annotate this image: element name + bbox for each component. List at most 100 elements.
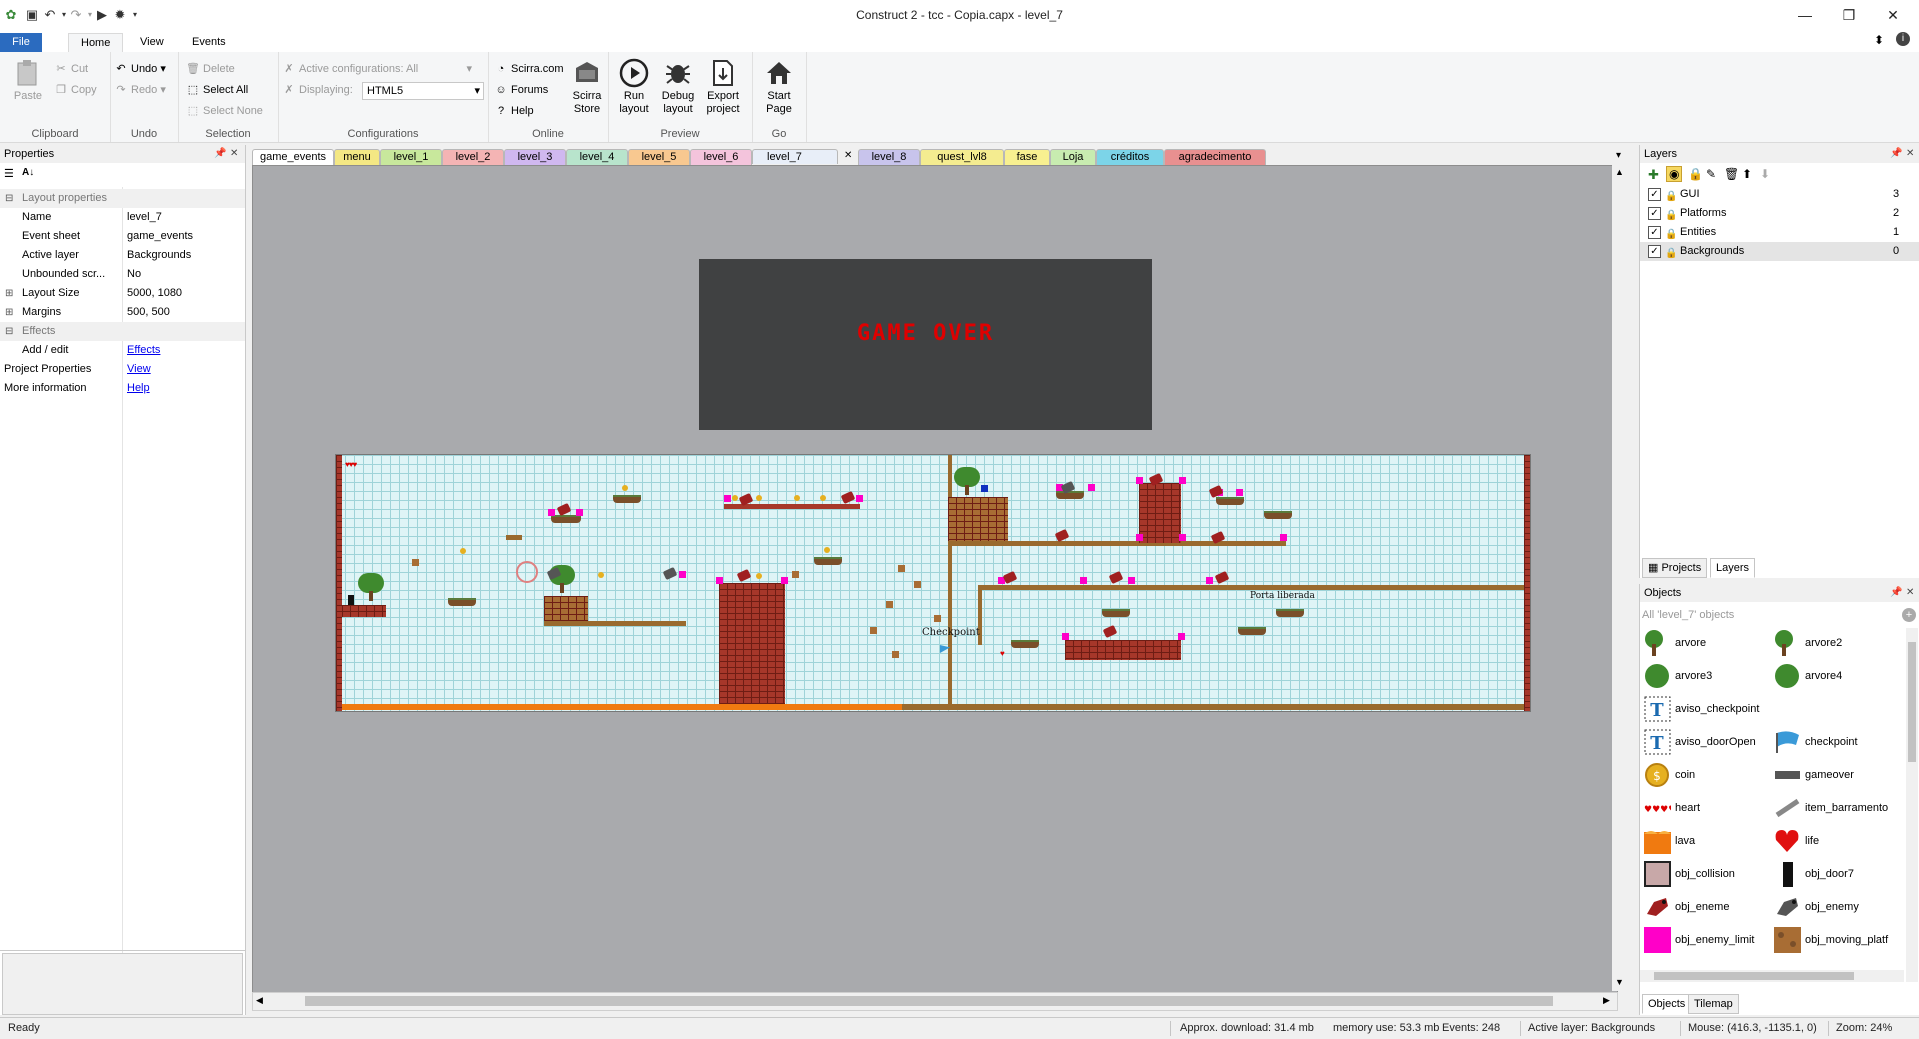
layout-tab[interactable]: level_1 (380, 149, 442, 165)
minimize-icon[interactable]: — (1785, 4, 1825, 26)
copy-button[interactable]: ❐ Copy (54, 81, 97, 99)
enemy-limit[interactable] (1088, 484, 1095, 491)
lock-icon[interactable]: 🔒 (1665, 225, 1677, 240)
editor-vertical-scrollbar[interactable]: ▲ ▼ (1612, 165, 1628, 991)
editor-horizontal-scrollbar[interactable]: ◀ ▶ (252, 992, 1618, 1011)
delete-layer-icon[interactable]: 🗑 (1724, 167, 1739, 181)
coin[interactable] (598, 572, 604, 578)
enemy-limit[interactable] (1136, 477, 1143, 484)
prop-row-unbounded[interactable]: Unbounded scr... No (0, 265, 245, 284)
categorized-icon[interactable]: ☰ (4, 167, 14, 180)
enemy-limit[interactable] (1236, 489, 1243, 496)
hearts-gui[interactable]: ♥♥♥ (345, 460, 357, 469)
plank-platform[interactable] (544, 621, 686, 626)
debug-layout-button[interactable]: Debug layout (658, 58, 698, 116)
gameover-panel[interactable]: GAME OVER (699, 259, 1152, 430)
enemy-limit[interactable] (1280, 534, 1287, 541)
wall-left[interactable] (336, 455, 342, 711)
floating-platform[interactable] (1276, 609, 1304, 617)
floating-platform[interactable] (1216, 497, 1244, 505)
scroll-down-icon[interactable]: ▼ (1615, 977, 1624, 987)
layer-row[interactable]: ✓ 🔒 Platforms 2 (1640, 204, 1919, 223)
expand-icon[interactable]: ⊞ (5, 303, 13, 322)
spawn-marker[interactable] (516, 561, 538, 583)
layout-tab[interactable]: agradecimento (1164, 149, 1266, 165)
checkpoint-text[interactable]: Checkpoint (922, 627, 980, 638)
expand-icon[interactable]: ⊞ (5, 284, 13, 303)
dirt-tile[interactable] (914, 581, 921, 588)
wall-right[interactable] (1524, 455, 1530, 711)
plank-small[interactable] (506, 535, 522, 540)
plank-platform[interactable] (948, 541, 1286, 546)
brick-tower[interactable] (719, 583, 785, 661)
brick-tower-base[interactable] (719, 661, 785, 704)
close-tab-icon[interactable]: ✕ (844, 150, 852, 161)
brick-platform[interactable] (1065, 640, 1181, 660)
pin-icon[interactable]: 📌 (214, 145, 226, 163)
category-layout-properties[interactable]: ⊟ Layout properties (0, 189, 245, 208)
move-layer-down-icon[interactable]: ⬇ (1760, 167, 1770, 181)
coin[interactable] (460, 548, 466, 554)
view-link[interactable]: View (127, 360, 151, 379)
enemy[interactable] (840, 490, 856, 505)
lava-floor[interactable] (342, 704, 902, 710)
enemy-limit[interactable] (679, 571, 686, 578)
brick-column[interactable] (1139, 483, 1181, 543)
help-link[interactable]: ? Help (494, 102, 534, 120)
info-icon[interactable]: i (1896, 32, 1910, 46)
sort-az-icon[interactable]: A↓ (22, 167, 34, 178)
layer-visible-checkbox[interactable]: ✓ (1648, 226, 1661, 239)
scroll-right-icon[interactable]: ▶ (1603, 995, 1610, 1006)
enemy[interactable] (662, 566, 678, 581)
layout-tab[interactable]: Loja (1050, 149, 1096, 165)
coin[interactable] (756, 573, 762, 579)
close-panel-icon[interactable]: ✕ (1906, 145, 1914, 163)
coin[interactable] (756, 495, 762, 501)
floating-platform[interactable] (1011, 640, 1039, 648)
paste-button[interactable]: Paste (8, 58, 48, 103)
tab-projects[interactable]: ▦ Projects (1642, 558, 1708, 578)
layout-tab[interactable]: quest_lvl8 (920, 149, 1004, 165)
enemy[interactable] (736, 568, 752, 583)
objects-vertical-scrollbar[interactable] (1906, 628, 1918, 982)
pin-icon[interactable]: 📌 (1890, 584, 1902, 602)
layout-tab[interactable]: level_6 (690, 149, 752, 165)
scroll-thumb[interactable] (1908, 642, 1916, 762)
door-text[interactable]: Porta liberada (1250, 591, 1315, 601)
dirt-tile[interactable] (934, 615, 941, 622)
displaying-select[interactable]: HTML5 ▾ (362, 82, 484, 100)
close-icon[interactable]: ✕ (1873, 4, 1913, 26)
category-effects[interactable]: ⊟ Effects (0, 322, 245, 341)
enemy-limit[interactable] (576, 509, 583, 516)
run-layout-button[interactable]: Run layout (614, 58, 654, 116)
forums-link[interactable]: ☺ Forums (494, 81, 548, 99)
tab-tilemap[interactable]: Tilemap (1688, 994, 1739, 1014)
scroll-thumb[interactable] (305, 996, 1553, 1006)
layer-row[interactable]: ✓ 🔒 GUI 3 (1640, 185, 1919, 204)
coin[interactable] (824, 547, 830, 553)
enemy[interactable] (1108, 570, 1124, 585)
plank-platform[interactable] (978, 585, 1524, 590)
brick-platform[interactable] (342, 605, 386, 617)
layout-tab[interactable]: level_8 (858, 149, 920, 165)
layout-tab[interactable]: level_3 (504, 149, 566, 165)
select-none-button[interactable]: ⬚ Select None (186, 102, 263, 120)
start-page-button[interactable]: Start Page (758, 58, 800, 116)
objects-horizontal-scrollbar[interactable] (1640, 970, 1904, 982)
prop-row-margins[interactable]: ⊞ Margins 500, 500 (0, 303, 245, 322)
floating-platform[interactable] (814, 557, 842, 565)
lock-icon[interactable]: 🔒 (1665, 206, 1677, 221)
life-heart[interactable]: ♥ (1000, 649, 1005, 658)
coin[interactable] (732, 495, 738, 501)
ground-floor[interactable] (902, 704, 1524, 710)
layout-tab[interactable]: créditos (1096, 149, 1164, 165)
enemy-limit[interactable] (724, 495, 731, 502)
help-link[interactable]: Help (127, 379, 150, 398)
coin[interactable] (820, 495, 826, 501)
move-layer-up-icon[interactable]: ⬆ (1742, 167, 1752, 181)
layout-tab[interactable]: game_events (252, 149, 334, 165)
enemy-limit[interactable] (1136, 534, 1143, 541)
layout-editor-canvas[interactable]: GAME OVER ♥♥♥ Checkpoint Porta liberada … (252, 165, 1618, 993)
dirt-tile[interactable] (792, 571, 799, 578)
enemy-limit[interactable] (1178, 633, 1185, 640)
